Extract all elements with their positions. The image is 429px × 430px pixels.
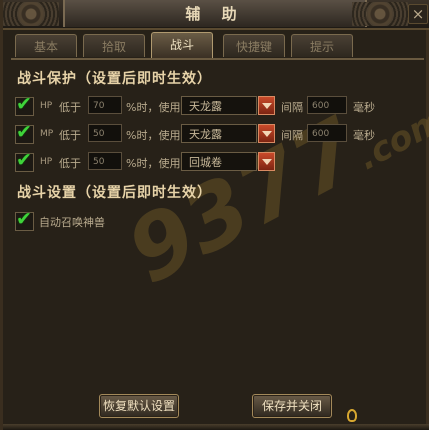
row1-threshold-input[interactable]: 70 [88, 96, 122, 114]
row3-threshold-input[interactable]: 50 [88, 152, 122, 170]
row2-item-select[interactable]: 天龙露 [181, 124, 257, 143]
row3-checkbox[interactable]: ✔ [15, 149, 34, 172]
battle-protection-title: 战斗保护（设置后即时生效） [17, 71, 212, 87]
row1-checkbox[interactable]: ✔ [15, 93, 34, 116]
row2-dropdown-icon[interactable] [258, 124, 275, 143]
protection-row-1: ✔ HP 低于 70 %时，使用 天龙露 间隔 600 毫秒 [13, 93, 413, 118]
title-bar[interactable]: 辅 助 × [3, 0, 429, 30]
bottom-border [3, 424, 429, 430]
protection-row-3: ✔ HP 低于 50 %时，使用 回城卷 [13, 149, 413, 174]
auto-summon-checkbox[interactable]: ✔ [15, 208, 34, 231]
row1-interval-label: 间隔 [281, 101, 303, 114]
row2-interval-input[interactable]: 600 [307, 124, 347, 142]
row2-interval-label: 间隔 [281, 129, 303, 142]
tab-basic[interactable]: 基本 [15, 34, 77, 57]
battle-settings-title: 战斗设置（设置后即时生效） [17, 185, 212, 201]
row2-checkbox[interactable]: ✔ [15, 121, 34, 144]
tab-pickup[interactable]: 拾取 [83, 34, 145, 57]
protection-row-2: ✔ MP 低于 50 %时，使用 天龙露 间隔 600 毫秒 [13, 121, 413, 146]
tab-battle[interactable]: 战斗 [151, 32, 213, 58]
row2-stat: MP [40, 129, 54, 139]
row3-low-label: 低于 [59, 157, 81, 170]
row3-item-select[interactable]: 回城卷 [181, 152, 257, 171]
save-and-close-button[interactable]: 保存并关闭 [252, 394, 332, 418]
row1-low-label: 低于 [59, 101, 81, 114]
auto-summon-label: 自动召唤神兽 [39, 216, 105, 229]
title-plate: 辅 助 [63, 0, 367, 27]
row1-interval-input[interactable]: 600 [307, 96, 347, 114]
checkmark-icon: ✔ [16, 149, 32, 171]
checkmark-icon: ✔ [16, 208, 32, 230]
row3-stat: HP [40, 157, 53, 167]
checkmark-icon: ✔ [16, 121, 32, 143]
row1-item-select[interactable]: 天龙露 [181, 96, 257, 115]
row3-dropdown-icon[interactable] [258, 152, 275, 171]
row1-dropdown-icon[interactable] [258, 96, 275, 115]
row2-threshold-input[interactable]: 50 [88, 124, 122, 142]
tab-divider [11, 58, 424, 60]
row2-low-label: 低于 [59, 129, 81, 142]
ornament-left-icon [3, 2, 59, 26]
auto-summon-row: ✔ 自动召唤神兽 [13, 208, 213, 233]
tab-hotkeys[interactable]: 快捷键 [223, 34, 285, 57]
row1-unit-label: %时，使用 [126, 101, 181, 114]
checkmark-icon: ✔ [16, 93, 32, 115]
row2-unit-label: %时，使用 [126, 129, 181, 142]
row2-ms-label: 毫秒 [353, 129, 375, 142]
tab-tips[interactable]: 提示 [291, 34, 353, 57]
assist-window: 辅 助 × 基本 拾取 战斗 快捷键 提示 9377.com 战斗保护（设置后即… [0, 0, 429, 430]
restore-defaults-button[interactable]: 恢复默认设置 [99, 394, 179, 418]
row1-ms-label: 毫秒 [353, 101, 375, 114]
row3-unit-label: %时，使用 [126, 157, 181, 170]
close-button[interactable]: × [408, 4, 428, 24]
row1-stat: HP [40, 101, 53, 111]
window-title: 辅 助 [185, 5, 245, 23]
ornament-right-icon [352, 2, 408, 26]
hook-icon [347, 409, 357, 422]
